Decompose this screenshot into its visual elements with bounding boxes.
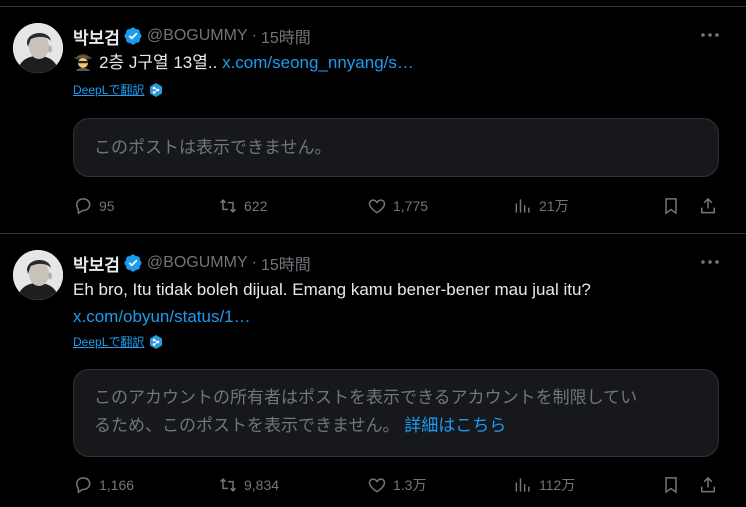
reply-icon	[75, 198, 91, 215]
timeline: 박보검 @BOGUMMY · 15時間 2층 J구열 13열.. x.com/s…	[0, 0, 746, 507]
reply-icon	[75, 477, 91, 494]
tweet-actions: 95 622 1,775 21万	[73, 194, 723, 218]
detective-emoji-icon	[73, 51, 93, 71]
share-button[interactable]	[698, 194, 718, 218]
display-name[interactable]: 박보검	[73, 24, 120, 49]
share-icon	[701, 197, 715, 214]
views-button[interactable]: 112万	[513, 473, 575, 497]
share-icon	[701, 476, 715, 493]
separator-dot: ·	[251, 27, 257, 44]
learn-more-link[interactable]: 詳細はこちら	[404, 416, 506, 435]
views-button[interactable]: 21万	[513, 194, 569, 218]
bookmark-button[interactable]	[661, 473, 681, 497]
reply-count: 1,166	[99, 477, 135, 493]
views-count: 112万	[539, 477, 576, 493]
tweet-actions: 1,166 9,834 1.3万 112万	[73, 473, 723, 497]
verified-badge-icon	[123, 253, 143, 273]
quote-text-line2-wrap: るため、このポストを表示できません。 詳細はこちら	[94, 412, 698, 440]
like-button[interactable]: 1.3万	[367, 473, 426, 497]
reply-button[interactable]: 95	[73, 194, 115, 218]
repost-icon	[219, 478, 237, 492]
deepl-label[interactable]: DeepLで翻訳	[73, 333, 144, 350]
quote-text-line2: るため、このポストを表示できません。	[94, 416, 400, 435]
user-handle[interactable]: @BOGUMMY	[147, 27, 248, 45]
reply-button[interactable]: 1,166	[73, 473, 134, 497]
tweet-text: 2층 J구열 13열.. x.com/seong_nnyang/s…	[73, 50, 414, 75]
views-chart-icon	[515, 199, 530, 213]
deepl-icon	[150, 334, 163, 349]
more-horizontal-icon[interactable]	[700, 254, 720, 270]
timestamp[interactable]: 15時間	[261, 24, 311, 48]
quote-text: このポストは表示できません。	[94, 138, 332, 157]
tweet-text-main: 2층 J구열 13열..	[99, 53, 218, 72]
like-count: 1,775	[393, 198, 429, 214]
like-count: 1.3万	[393, 477, 427, 493]
bookmark-button[interactable]	[661, 194, 681, 218]
views-count: 21万	[539, 198, 569, 214]
deepl-translate[interactable]: DeepLで翻訳	[73, 333, 164, 350]
repost-button[interactable]: 622	[218, 194, 267, 218]
tweet-link[interactable]: x.com/obyun/status/1…	[73, 304, 251, 329]
tweet-header: 박보검 @BOGUMMY · 15時間	[73, 251, 311, 275]
views-chart-icon	[515, 478, 530, 492]
repost-button[interactable]: 9,834	[218, 473, 279, 497]
display-name[interactable]: 박보검	[73, 251, 120, 276]
like-button[interactable]: 1,775	[367, 194, 428, 218]
repost-count: 9,834	[244, 477, 280, 493]
deepl-translate[interactable]: DeepLで翻訳	[73, 81, 164, 98]
heart-icon	[368, 478, 386, 493]
repost-icon	[219, 199, 237, 213]
verified-badge-icon	[123, 26, 143, 46]
tweet-link[interactable]: x.com/seong_nnyang/s…	[222, 53, 414, 72]
avatar[interactable]	[13, 250, 63, 300]
quoted-post-unavailable: このポストは表示できません。	[73, 118, 719, 177]
deepl-label[interactable]: DeepLで翻訳	[73, 81, 144, 98]
separator-dot: ·	[251, 254, 257, 271]
avatar[interactable]	[13, 23, 63, 73]
heart-icon	[368, 199, 386, 214]
bookmark-icon	[665, 198, 677, 215]
reply-count: 95	[99, 198, 115, 214]
quoted-post-restricted: このアカウントの所有者はポストを表示できるアカウントを制限してい るため、このポ…	[73, 369, 719, 457]
tweet-header: 박보검 @BOGUMMY · 15時間	[73, 24, 311, 48]
quote-text-line1: このアカウントの所有者はポストを表示できるアカウントを制限してい	[94, 388, 638, 407]
share-button[interactable]	[698, 473, 718, 497]
timestamp[interactable]: 15時間	[261, 251, 311, 275]
deepl-icon	[150, 82, 163, 97]
user-handle[interactable]: @BOGUMMY	[147, 254, 248, 272]
more-horizontal-icon[interactable]	[700, 27, 720, 43]
tweet-text-main: Eh bro, Itu tidak boleh dijual. Emang ka…	[73, 280, 591, 299]
tweet[interactable]: 박보검 @BOGUMMY · 15時間 Eh bro, Itu tidak bo…	[0, 234, 746, 507]
bookmark-icon	[665, 477, 677, 494]
repost-count: 622	[244, 198, 268, 214]
tweet[interactable]: 박보검 @BOGUMMY · 15時間 2층 J구열 13열.. x.com/s…	[0, 7, 746, 233]
